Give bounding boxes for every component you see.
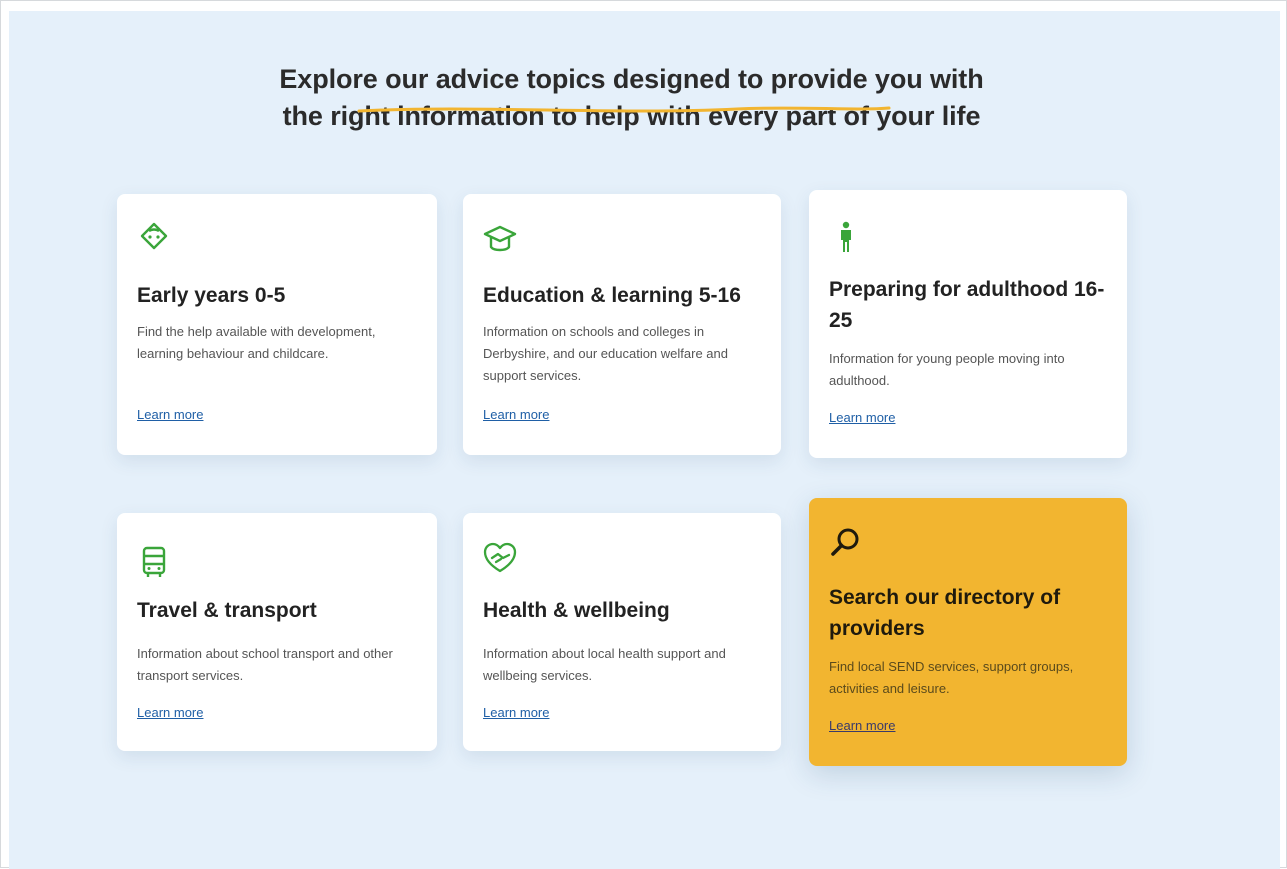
card-title: Search our directory of providers (829, 586, 1061, 640)
graduation-cap-icon (483, 225, 517, 252)
card-description: Find the help available with development… (137, 324, 376, 361)
card-title: Preparing for adulthood 16-25 (829, 278, 1105, 332)
card-title: Early years 0-5 (137, 284, 286, 307)
topic-card-early-years: Early years 0-5 Find the help available … (117, 194, 437, 455)
card-description: Information on schools and colleges in D… (483, 324, 728, 383)
learn-more-link[interactable]: Learn more (137, 407, 203, 422)
baby-face-icon (140, 222, 168, 250)
card-title: Health & wellbeing (483, 599, 670, 622)
learn-more-link[interactable]: Learn more (829, 410, 895, 425)
learn-more-link[interactable]: Learn more (483, 407, 549, 422)
card-title: Education & learning 5-16 (483, 284, 741, 307)
topic-card-health: Health & wellbeing Information about loc… (463, 513, 781, 751)
topic-card-adulthood: Preparing for adulthood 16-25 Informatio… (809, 190, 1127, 458)
learn-more-link[interactable]: Learn more (137, 705, 203, 720)
advice-topics-section: Explore our advice topics designed to pr… (9, 11, 1280, 869)
card-description: Find local SEND services, support groups… (829, 659, 1074, 696)
directory-search-card: Search our directory of providers Find l… (809, 498, 1127, 766)
heading-underline-decoration (357, 106, 891, 113)
heart-hands-icon (483, 542, 517, 573)
page-frame: Explore our advice topics designed to pr… (0, 0, 1287, 869)
heading-line-1: Explore our advice topics designed to pr… (279, 64, 984, 95)
card-description: Information about school transport and o… (137, 646, 393, 683)
person-icon (841, 221, 851, 252)
card-description: Information for young people moving into… (829, 351, 1065, 388)
learn-more-link[interactable]: Learn more (483, 705, 549, 720)
card-title: Travel & transport (137, 599, 317, 622)
topic-card-travel: Travel & transport Information about sch… (117, 513, 437, 751)
card-description: Information about local health support a… (483, 646, 726, 683)
section-heading: Explore our advice topics designed to pr… (9, 61, 1254, 135)
learn-more-link[interactable]: Learn more (829, 718, 895, 733)
magnifying-glass-icon (831, 528, 859, 556)
topic-card-education: Education & learning 5-16 Information on… (463, 194, 781, 455)
bus-icon (142, 546, 166, 577)
